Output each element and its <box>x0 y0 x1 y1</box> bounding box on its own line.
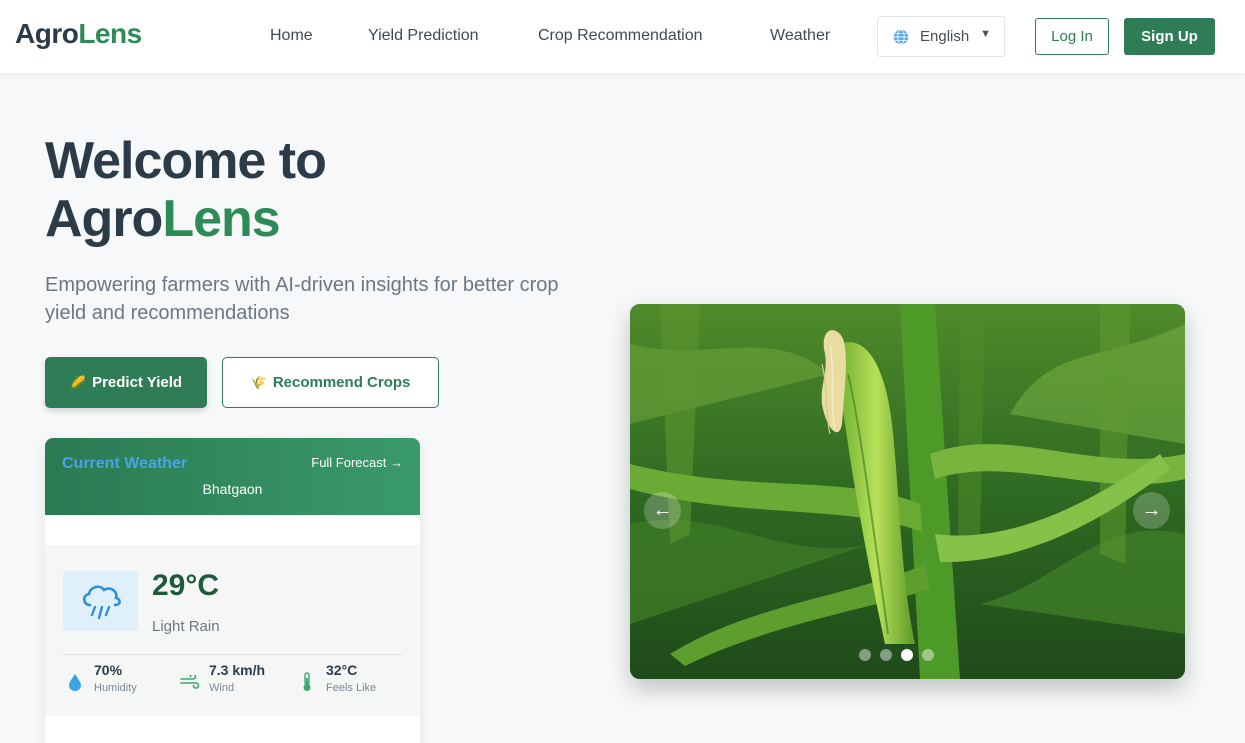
carousel-dot[interactable] <box>922 649 934 661</box>
login-button[interactable]: Log In <box>1035 18 1109 55</box>
hero-subtitle: Empowering farmers with AI-driven insigh… <box>45 274 559 324</box>
carousel-prev-button[interactable]: ← <box>644 492 681 529</box>
recommend-crops-label: Recommend Crops <box>272 374 411 391</box>
rain-cloud-icon <box>63 571 138 631</box>
hero-title-part1: Agro <box>45 190 163 248</box>
corn-field-image <box>630 304 1185 679</box>
language-select[interactable]: English ▼ <box>877 16 1005 57</box>
weather-card-header: Current Weather Full Forecast → Bhatgaon <box>45 438 420 515</box>
carousel-dot-active[interactable] <box>901 649 913 661</box>
wind-label: Wind <box>209 682 235 694</box>
weather-temperature: 29°C <box>152 569 220 602</box>
feels-like-value: 32°C <box>326 662 358 678</box>
humidity-value: 70% <box>94 662 123 678</box>
wheat-icon: 🌾 <box>250 374 267 390</box>
carousel-dot[interactable] <box>880 649 892 661</box>
arrow-left-icon: ← <box>652 499 673 521</box>
recommend-crops-button[interactable]: 🌾 Recommend Crops <box>222 357 439 408</box>
weather-location: Bhatgaon <box>202 481 263 497</box>
predict-yield-button[interactable]: 🌽 Predict Yield <box>45 357 207 408</box>
globe-icon <box>893 28 909 45</box>
signup-button[interactable]: Sign Up <box>1124 18 1215 55</box>
hero-title-line1: Welcome to <box>45 132 327 190</box>
predict-yield-label: Predict Yield <box>92 374 183 391</box>
brand-part1: Agro <box>15 18 79 49</box>
language-selected: English <box>920 28 970 45</box>
thermometer-icon <box>297 672 317 692</box>
brand-part2: Lens <box>78 18 142 49</box>
carousel-next-button[interactable]: → <box>1133 492 1170 529</box>
weather-card: Current Weather Full Forecast → Bhatgaon… <box>45 438 420 743</box>
nav-weather[interactable]: Weather <box>770 27 830 45</box>
feels-like-label: Feels Like <box>326 682 377 694</box>
full-forecast-link[interactable]: Full Forecast → <box>311 455 403 470</box>
wind-icon <box>180 672 200 692</box>
hero-title-part2: Lens <box>162 190 280 248</box>
wind-value: 7.3 km/h <box>209 662 266 678</box>
weather-condition: Light Rain <box>152 618 220 635</box>
carousel-dot[interactable] <box>859 649 871 661</box>
weather-title: Current Weather <box>62 455 188 472</box>
nav-yield-prediction[interactable]: Yield Prediction <box>368 27 479 45</box>
droplet-icon <box>65 672 85 692</box>
arrow-right-icon: → <box>1141 499 1162 521</box>
hero-title: Welcome to AgroLens <box>45 132 327 248</box>
nav-crop-recommendation[interactable]: Crop Recommendation <box>538 27 703 45</box>
brand-logo[interactable]: Agro Lens <box>15 18 142 50</box>
carousel-indicators <box>859 649 934 661</box>
corn-icon: 🌽 <box>69 374 87 390</box>
nav-home[interactable]: Home <box>270 27 313 45</box>
humidity-label: Humidity <box>94 682 137 694</box>
top-navbar: Agro Lens Home Yield Prediction Crop Reco… <box>0 0 1245 73</box>
weather-details: 29°C Light Rain 70% Humidity 7.3 km/h Wi… <box>45 545 420 716</box>
chevron-down-icon: ▼ <box>980 28 991 40</box>
weather-divider <box>63 654 402 655</box>
crop-image-carousel[interactable]: ← → <box>630 304 1185 679</box>
